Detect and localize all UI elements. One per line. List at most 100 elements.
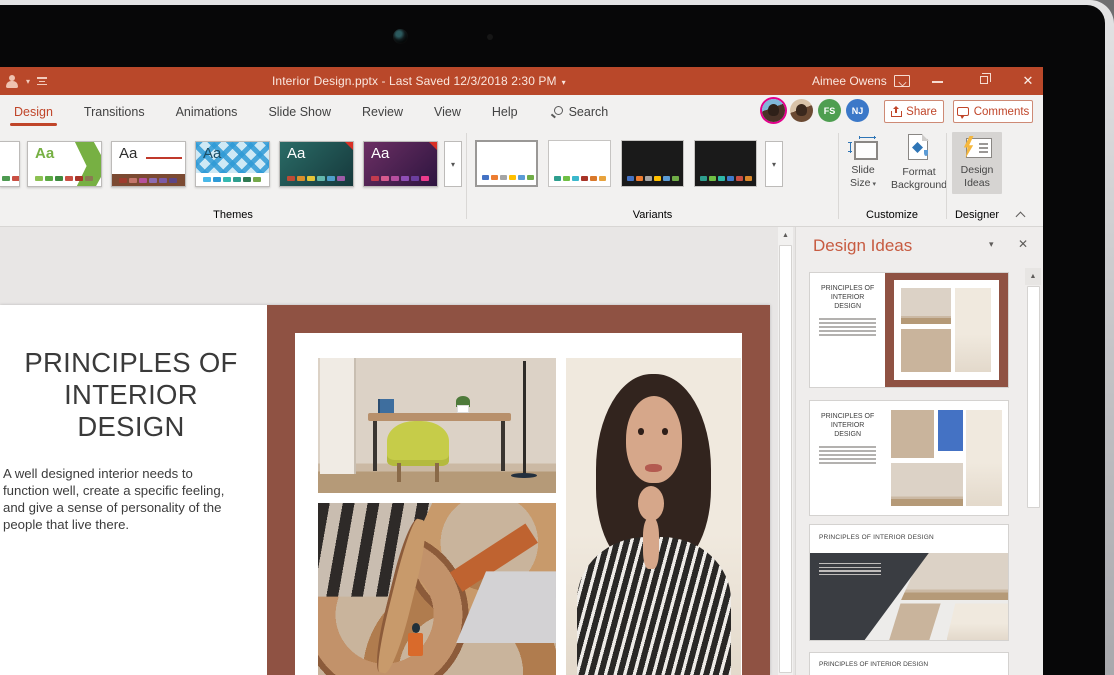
- design-suggestion-card-4[interactable]: PRINCIPLES OF INTERIOR DESIGN: [809, 652, 1009, 675]
- variants-group-label: Variants: [467, 209, 838, 221]
- avatar[interactable]: [790, 99, 813, 122]
- group-separator: [946, 133, 947, 219]
- theme-glyph: Aa: [119, 145, 137, 162]
- comments-button[interactable]: Comments: [953, 100, 1033, 123]
- ribbon-tabs: Design Transitions Animations Slide Show…: [13, 95, 608, 128]
- tab-design[interactable]: Design: [13, 96, 54, 128]
- panel-close-button[interactable]: ✕: [1012, 233, 1034, 255]
- variant-swatches: [554, 176, 606, 181]
- chevron-down-icon: ▾: [562, 78, 566, 87]
- themes-more-button[interactable]: ▾: [444, 141, 462, 187]
- desk-chair-photo[interactable]: [318, 358, 556, 493]
- card-title: PRINCIPLES OF INTERIOR DESIGN: [810, 284, 885, 311]
- scrollbar-thumb[interactable]: [1027, 286, 1040, 508]
- design-suggestion-card-1[interactable]: PRINCIPLES OF INTERIOR DESIGN: [809, 272, 1009, 388]
- themes-group-label: Themes: [0, 209, 466, 221]
- chevron-down-icon: ▾: [872, 181, 876, 188]
- portrait-photo[interactable]: [566, 358, 741, 675]
- avatar[interactable]: [762, 99, 785, 122]
- variants-more-button[interactable]: ▾: [765, 141, 783, 187]
- canvas-scrollbar[interactable]: ▲: [778, 227, 793, 675]
- customize-quick-access-icon[interactable]: [37, 77, 47, 85]
- design-suggestion-card-3[interactable]: PRINCIPLES OF INTERIOR DESIGN: [809, 524, 1009, 641]
- theme-tile-blue-pattern[interactable]: Aa: [195, 141, 270, 187]
- slide[interactable]: PRINCIPLES OF INTERIOR DESIGN A well des…: [0, 305, 770, 675]
- theme-tile-white-red[interactable]: Aa: [111, 141, 186, 187]
- variant-tile-2[interactable]: [548, 140, 611, 187]
- theme-swatches: [119, 178, 177, 183]
- webcam-sensor: [487, 34, 493, 40]
- tab-transitions[interactable]: Transitions: [83, 96, 146, 128]
- restore-button[interactable]: [980, 76, 988, 84]
- theme-tile-dark-teal[interactable]: Aa: [279, 141, 354, 187]
- document-title[interactable]: Interior Design.pptx - Last Saved 12/3/2…: [272, 67, 566, 95]
- design-suggestion-card-2[interactable]: PRINCIPLES OF INTERIOR DESIGN: [809, 400, 1009, 516]
- theme-swatches: [2, 176, 20, 181]
- tab-review[interactable]: Review: [361, 96, 404, 128]
- theme-tile-partial[interactable]: [0, 141, 20, 187]
- scroll-up-button[interactable]: ▲: [778, 227, 793, 244]
- chevron-down-icon[interactable]: ▾: [26, 77, 30, 86]
- card-collage: [810, 553, 1008, 640]
- panel-menu-caret[interactable]: ▾: [989, 239, 994, 250]
- theme-tile-purple[interactable]: Aa: [363, 141, 438, 187]
- device-photo: ▾ Interior Design.pptx - Last Saved 12/3…: [0, 0, 1114, 675]
- variant-tile-3[interactable]: [621, 140, 684, 187]
- theme-glyph: Aa: [287, 145, 305, 162]
- slide-title-textbox[interactable]: PRINCIPLES OF INTERIOR DESIGN: [0, 347, 262, 444]
- card-title: PRINCIPLES OF INTERIOR DESIGN: [819, 661, 928, 668]
- tab-help[interactable]: Help: [491, 96, 519, 128]
- ribbon-tab-row: Design Transitions Animations Slide Show…: [0, 95, 1043, 128]
- close-button[interactable]: ✕: [1015, 67, 1041, 95]
- theme-swatches: [371, 176, 429, 181]
- variant-tile-4[interactable]: [694, 140, 757, 187]
- slide-body-textbox[interactable]: A well designed interior needs to functi…: [3, 465, 224, 534]
- variant-swatches: [700, 176, 752, 181]
- scroll-up-button[interactable]: ▲: [1025, 268, 1041, 285]
- avatar[interactable]: NJ: [846, 99, 869, 122]
- group-separator: [838, 133, 839, 219]
- photo-collage[interactable]: [267, 305, 770, 675]
- panel-title: Design Ideas: [813, 236, 912, 256]
- theme-glyph: Aa: [35, 145, 54, 162]
- share-button[interactable]: Share: [884, 100, 944, 123]
- autosave-icon[interactable]: [6, 75, 19, 88]
- ribbon-display-options-icon[interactable]: [894, 75, 910, 87]
- search-icon: [554, 106, 563, 115]
- format-background-button[interactable]: Format Background: [888, 132, 950, 192]
- theme-glyph: Aa: [203, 145, 221, 162]
- spiral-staircase-photo[interactable]: [318, 503, 556, 675]
- card-collage: [885, 273, 1008, 387]
- theme-tile-green[interactable]: Aa: [27, 141, 102, 187]
- quick-access-toolbar: ▾: [6, 67, 47, 95]
- slide-size-icon: [848, 136, 878, 160]
- card-title: PRINCIPLES OF INTERIOR DESIGN: [810, 412, 885, 439]
- comment-icon: [957, 107, 969, 116]
- card-title-strip: PRINCIPLES OF INTERIOR DESIGN: [810, 525, 1008, 552]
- collapse-ribbon-button[interactable]: [1016, 210, 1025, 219]
- customize-group-label: Customize: [838, 209, 946, 221]
- tab-slide-show[interactable]: Slide Show: [267, 96, 332, 128]
- signed-in-user[interactable]: Aimee Owens: [812, 67, 887, 95]
- card-body-skeleton: [810, 446, 885, 464]
- card-collage: [885, 401, 1008, 515]
- webcam-lens: [393, 29, 408, 44]
- pin-marker: [345, 142, 353, 150]
- card-body-skeleton: [810, 318, 885, 336]
- group-separator: [466, 133, 467, 219]
- design-ideas-button[interactable]: Design Ideas: [952, 132, 1002, 194]
- pin-marker: [429, 142, 437, 150]
- panel-scrollbar[interactable]: ▲: [1025, 268, 1041, 675]
- scrollbar-thumb[interactable]: [779, 245, 792, 673]
- collage-inner-frame: [295, 333, 742, 675]
- format-background-icon: [908, 134, 930, 162]
- variant-tile-1-selected[interactable]: [475, 140, 538, 187]
- slide-size-button[interactable]: Slide Size▾: [840, 132, 886, 190]
- share-icon: [891, 107, 901, 117]
- tab-animations[interactable]: Animations: [175, 96, 239, 128]
- avatar[interactable]: FS: [818, 99, 841, 122]
- search-box[interactable]: Search: [554, 105, 609, 119]
- minimize-button[interactable]: [932, 81, 943, 83]
- title-bar: ▾ Interior Design.pptx - Last Saved 12/3…: [0, 67, 1043, 95]
- tab-view[interactable]: View: [433, 96, 462, 128]
